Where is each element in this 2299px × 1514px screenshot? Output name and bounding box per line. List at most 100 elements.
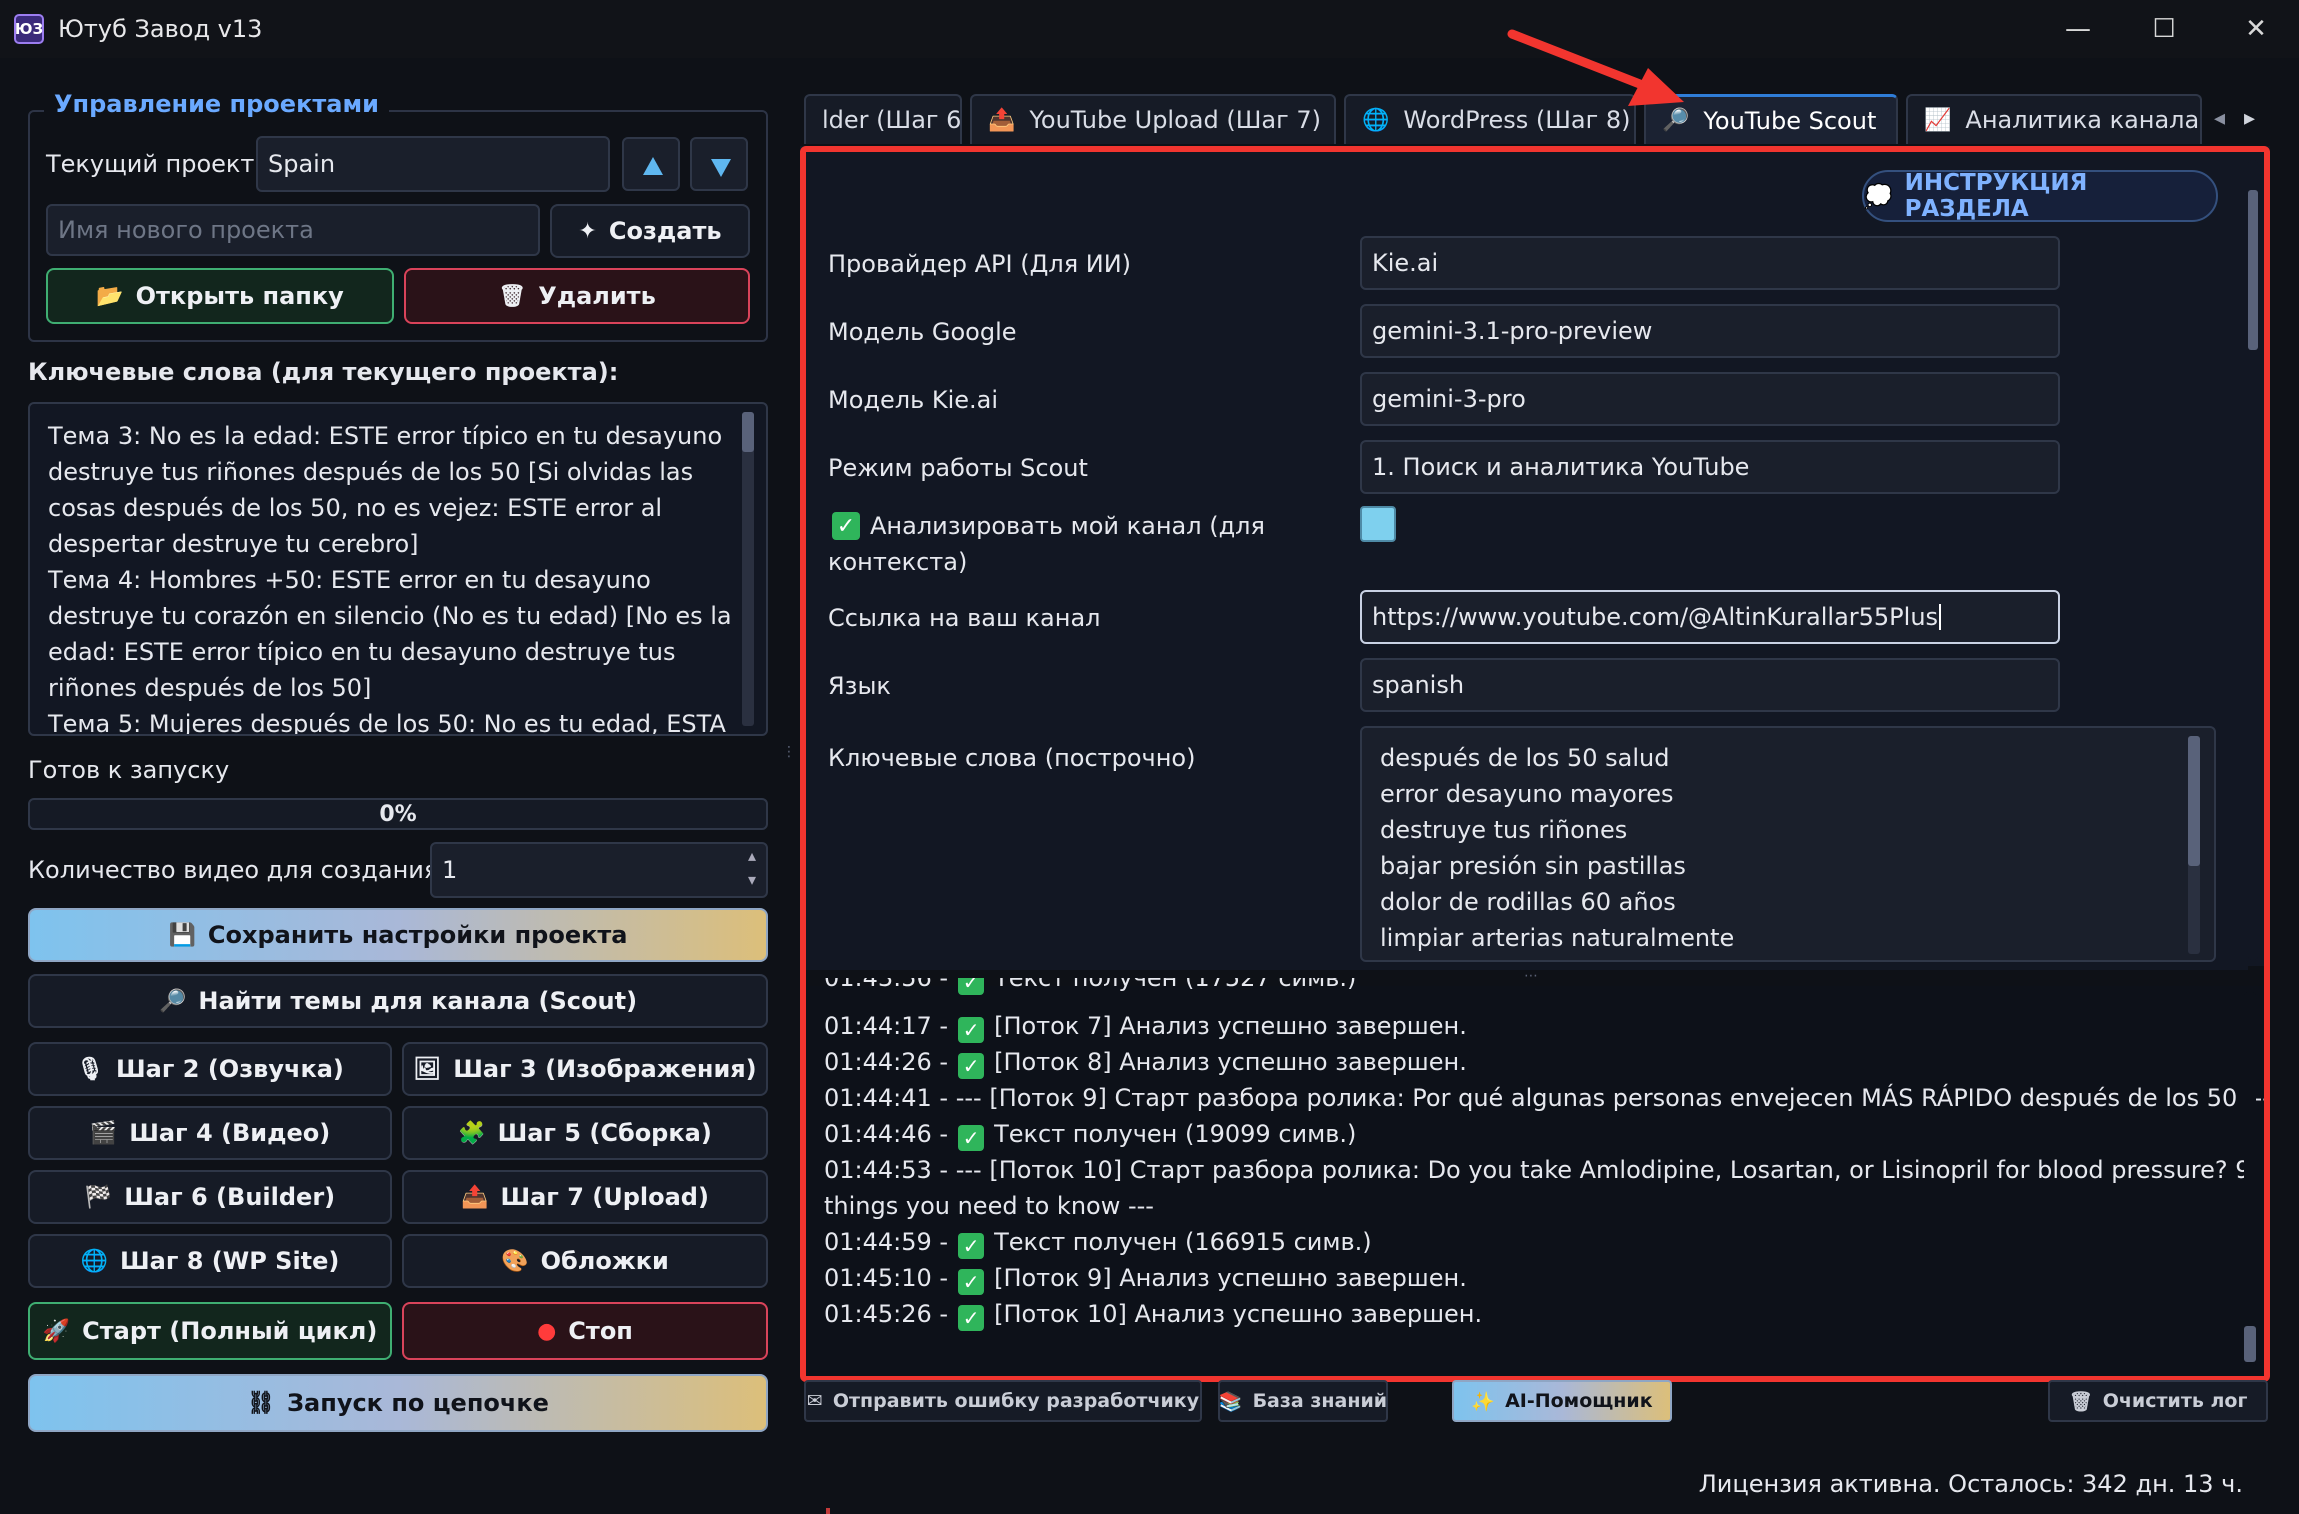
log-entry: 01:44:41 - --- [Поток 9] Старт разбора р… <box>824 1084 2271 1112</box>
folder-icon: 📂 <box>96 283 124 309</box>
spin-down-icon[interactable]: ▾ <box>748 870 756 889</box>
log-entry: 01:44:17 - ✓ [Поток 7] Анализ успешно заве… <box>824 1012 1467 1043</box>
google-model-select[interactable]: gemini-3.1-pro-preview <box>1360 304 2060 358</box>
progress-bar: 0% <box>28 798 768 830</box>
chain-icon: ⛓ <box>247 1390 275 1416</box>
chain-run-button[interactable]: ⛓ Запуск по цепочке <box>28 1374 768 1432</box>
check-icon: ✓ <box>958 1125 985 1151</box>
tab-scroll-left-icon[interactable]: ◂ <box>2214 106 2225 131</box>
step5-button[interactable]: 🧩 Шаг 5 (Сборка) <box>402 1106 768 1160</box>
palette-icon: 🎨 <box>501 1248 529 1274</box>
trash-icon: 🗑 <box>498 283 527 309</box>
magnifier-icon: 🔎 <box>158 988 187 1014</box>
analyze-channel-label: Анализировать мой канал (для <box>870 512 1265 540</box>
status-bar-marker <box>826 1508 830 1514</box>
keywords-scroll-thumb[interactable] <box>742 412 754 452</box>
keyword-line: limpiar arterias naturalmente <box>1380 924 1735 952</box>
speech-bubble-icon: 💭 <box>1864 183 1893 210</box>
current-project-label: Текущий проект: <box>46 150 263 178</box>
channel-link-input[interactable]: https://www.youtube.com/@AltinKurallar55… <box>1360 590 2060 644</box>
log-splitter-handle[interactable]: ⋯ <box>1524 968 1538 984</box>
close-button[interactable]: ✕ <box>2210 0 2299 58</box>
clear-log-button[interactable]: 🗑 Очистить лог <box>2048 1380 2268 1422</box>
knowledge-base-button[interactable]: 📚 База знаний <box>1218 1380 1388 1422</box>
new-project-input[interactable]: Имя нового проекта <box>46 204 540 256</box>
analyze-channel-label-cont: контекста) <box>828 548 968 576</box>
log-scroll-thumb[interactable] <box>2244 1326 2256 1362</box>
analyze-channel-checkbox[interactable]: ✓ <box>832 512 860 540</box>
check-icon: ✓ <box>958 1017 985 1043</box>
step3-button[interactable]: 🖼 Шаг 3 (Изображения) <box>402 1042 768 1096</box>
report-error-button[interactable]: ✉ Отправить ошибку разработчику <box>804 1380 1202 1422</box>
upload-tray-icon: 📤 <box>461 1184 489 1210</box>
create-project-button[interactable]: ✦ Создать <box>550 204 750 258</box>
checkered-flag-icon: 🏁 <box>84 1184 113 1210</box>
maximize-button[interactable]: ☐ <box>2118 0 2210 58</box>
video-count-spinbox[interactable]: 1 ▴ ▾ <box>430 842 768 898</box>
progress-text: 0% <box>379 801 417 827</box>
scout-mode-label: Режим работы Scout <box>828 454 1088 482</box>
rocket-icon: 🚀 <box>42 1318 71 1344</box>
video-count-label: Количество видео для создания: <box>28 856 447 884</box>
scout-keywords-scroll-thumb[interactable] <box>2188 736 2200 866</box>
covers-button[interactable]: 🎨 Обложки <box>402 1234 768 1288</box>
scout-mode-select[interactable]: 1. Поиск и аналитика YouTube <box>1360 440 2060 494</box>
kie-model-select[interactable]: gemini-3-pro <box>1360 372 2060 426</box>
open-folder-button[interactable]: 📂 Открыть папку <box>46 268 394 324</box>
text-caret <box>1939 604 1942 630</box>
trash-icon: 🗑 <box>2068 1390 2093 1413</box>
current-project-field[interactable]: Spain <box>256 136 610 192</box>
scout-keywords-scrollbar[interactable] <box>2188 736 2200 954</box>
panel-splitter-handle[interactable]: ⋮ <box>782 744 796 760</box>
start-full-button[interactable]: 🚀 Старт (Полный цикл) <box>28 1302 392 1360</box>
google-model-label: Модель Google <box>828 318 1017 346</box>
check-icon: ✓ <box>958 1269 985 1295</box>
find-topics-button[interactable]: 🔎 Найти темы для канала (Scout) <box>28 974 768 1028</box>
puzzle-icon: 🧩 <box>458 1120 486 1146</box>
step7-button[interactable]: 📤 Шаг 7 (Upload) <box>402 1170 768 1224</box>
log-entry: 01:43:56 - ✓ Текст получен (17527 симв.) <box>824 978 1356 998</box>
check-icon: ✓ <box>958 1233 985 1259</box>
form-scroll-thumb[interactable] <box>2248 190 2258 350</box>
log-scrollbar[interactable] <box>2244 992 2256 1366</box>
language-select[interactable]: spanish <box>1360 658 2060 712</box>
keyword-line: dolor de rodillas 60 años <box>1380 888 1676 916</box>
tab-builder[interactable]: lder (Шаг 6) <box>804 94 962 144</box>
save-settings-button[interactable]: 💾 Сохранить настройки проекта <box>28 908 768 962</box>
api-provider-label: Провайдер API (Для ИИ) <box>828 250 1132 278</box>
log-entry: 01:44:46 - ✓ Текст получен (19099 симв.) <box>824 1120 1357 1151</box>
step2-button[interactable]: 🎙 Шаг 2 (Озвучка) <box>28 1042 392 1096</box>
keywords-textarea[interactable]: Тема 3: No es la edad: ESTE error típico… <box>28 402 768 736</box>
books-icon: 📚 <box>1218 1390 1243 1413</box>
ai-helper-button[interactable]: ✨ AI-Помощник <box>1452 1380 1672 1422</box>
form-scrollbar[interactable] <box>2248 160 2258 960</box>
channel-color-swatch[interactable] <box>1360 506 1396 542</box>
stop-circle-icon: ● <box>537 1318 557 1344</box>
envelope-icon: ✉ <box>806 1390 823 1412</box>
scout-keywords-label: Ключевые слова (построчно) <box>828 744 1196 772</box>
tab-youtube-upload[interactable]: 📤 YouTube Upload (Шаг 7) <box>970 94 1336 144</box>
keyword-line: error desayuno mayores <box>1380 780 1674 808</box>
run-status-label: Готов к запуску <box>28 756 230 784</box>
scout-keywords-textarea[interactable]: después de los 50 salud error desayuno m… <box>1360 726 2216 962</box>
check-icon: ✓ <box>958 978 985 995</box>
keyword-line: bajar presión sin pastillas <box>1380 852 1686 880</box>
step4-button[interactable]: 🎬 Шаг 4 (Видео) <box>28 1106 392 1160</box>
api-provider-select[interactable]: Kie.ai <box>1360 236 2060 290</box>
delete-project-button[interactable]: 🗑 Удалить <box>404 268 750 324</box>
minimize-button[interactable]: — <box>2032 0 2124 58</box>
section-instruction-button[interactable]: 💭 ИНСТРУКЦИЯ РАЗДЕЛА <box>1862 170 2218 222</box>
move-up-button[interactable] <box>622 137 680 191</box>
title-bar: ЮЗ Ютуб Завод v13 — ☐ ✕ <box>0 0 2299 58</box>
log-entry: 01:45:10 - ✓ [Поток 9] Анализ успешно заве… <box>824 1264 1467 1295</box>
move-down-button[interactable] <box>690 137 748 191</box>
keywords-scrollbar[interactable] <box>742 412 754 726</box>
tab-scroll-right-icon[interactable]: ▸ <box>2244 106 2255 131</box>
step8-button[interactable]: 🌐 Шаг 8 (WP Site) <box>28 1234 392 1288</box>
step6-button[interactable]: 🏁 Шаг 6 (Builder) <box>28 1170 392 1224</box>
tab-channel-analytics[interactable]: 📈 Аналитика канала <box>1906 94 2202 144</box>
image-icon: 🖼 <box>413 1056 442 1082</box>
stop-button[interactable]: ● Стоп <box>402 1302 768 1360</box>
annotation-arrow-icon <box>1507 29 1684 106</box>
spin-up-icon[interactable]: ▴ <box>748 846 756 865</box>
